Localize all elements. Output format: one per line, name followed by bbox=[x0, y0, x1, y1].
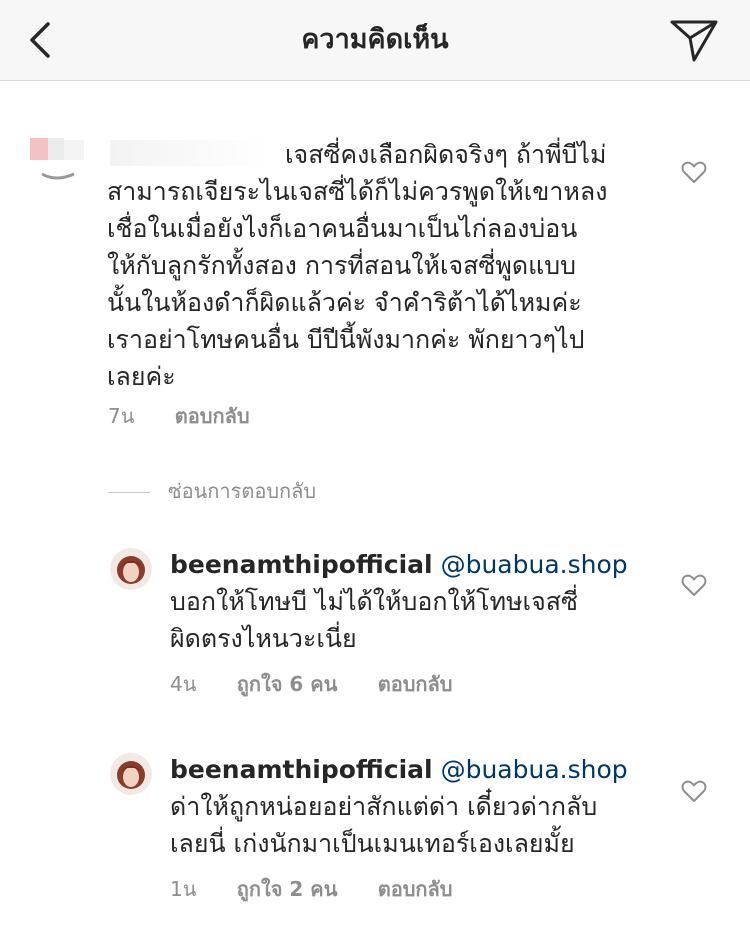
reply-text: beenamthipofficial @buabua.shop บอกให้โท… bbox=[170, 546, 660, 657]
avatar[interactable] bbox=[110, 753, 152, 795]
header-bar: ความคิดเห็น bbox=[0, 0, 750, 81]
reply-time: 1น bbox=[170, 877, 197, 901]
comment-line: เจสซี่คงเลือกผิดจริงๆ ถ้าพี่บีไม่ bbox=[285, 140, 607, 169]
reply-text: beenamthipofficial @buabua.shop ด่าให้ถู… bbox=[170, 751, 660, 862]
likes-count[interactable]: ถูกใจ 6 คน bbox=[237, 672, 338, 696]
reply-time: 4น bbox=[170, 672, 197, 696]
reply-line: บอกให้โทษบี ไม่ได้ให้บอกให้โทษเจสซี่ bbox=[170, 587, 578, 616]
comment-line: เชื่อในเมื่อยังไงก็เอาคนอื่นมาเป็นไก่ลอง… bbox=[107, 214, 578, 243]
comment-time: 7น bbox=[108, 404, 135, 428]
hide-replies-label: ซ่อนการตอบกลับ bbox=[168, 479, 317, 503]
heart-icon bbox=[681, 574, 707, 596]
comment-line: เราอย่าโทษคนอื่น บีปีนี้พังมากค่ะ พักยาว… bbox=[107, 325, 585, 354]
reply-username[interactable]: beenamthipofficial bbox=[170, 755, 433, 784]
reply-button[interactable]: ตอบกลับ bbox=[378, 877, 453, 901]
mention-link[interactable]: @buabua.shop bbox=[441, 550, 628, 579]
paper-plane-icon bbox=[670, 20, 718, 62]
hide-replies-button[interactable]: ซ่อนการตอบกลับ bbox=[108, 476, 316, 506]
like-button[interactable] bbox=[681, 573, 707, 597]
avatar[interactable] bbox=[110, 548, 152, 590]
reply-meta: 1น ถูกใจ 2 คน ตอบกลับ bbox=[170, 875, 487, 903]
comment-text: เจสซี่คงเลือกผิดจริงๆ ถ้าพี่บีไม่ สามารถ… bbox=[107, 136, 667, 395]
mention-link[interactable]: @buabua.shop bbox=[441, 755, 628, 784]
divider-line bbox=[108, 492, 150, 493]
reply-line: เลยนี่ เก่งนักมาเป็นเมนเทอร์เองเลยมั้ย bbox=[170, 829, 575, 858]
reply-username[interactable]: beenamthipofficial bbox=[170, 550, 433, 579]
reply-line: ผิดตรงไหนวะเนี่ย bbox=[170, 624, 357, 653]
like-button[interactable] bbox=[681, 160, 707, 184]
comment-line: นั้นในห้องดำก็ผิดแล้วค่ะ จำคำริต้าได้ไหม… bbox=[107, 288, 582, 317]
likes-count[interactable]: ถูกใจ 2 คน bbox=[237, 877, 338, 901]
heart-icon bbox=[681, 780, 707, 802]
reply-meta: 4น ถูกใจ 6 คน ตอบกลับ bbox=[170, 670, 487, 698]
heart-icon bbox=[681, 161, 707, 183]
comment-line: ให้กับลูกรักทั้งสอง การที่สอนให้เจสซี่พู… bbox=[107, 251, 576, 280]
blurred-avatar[interactable] bbox=[28, 130, 100, 192]
reply-button[interactable]: ตอบกลับ bbox=[378, 672, 453, 696]
comment-line: เลยค่ะ bbox=[107, 362, 176, 391]
like-button[interactable] bbox=[681, 779, 707, 803]
share-button[interactable] bbox=[668, 16, 720, 64]
reply-line: ด่าให้ถูกหน่อยอย่าสักแต่ด่า เดี๋ยวด่ากลั… bbox=[170, 792, 598, 821]
page-title: ความคิดเห็น bbox=[301, 24, 449, 55]
comment-line: สามารถเจียระไนเจสซี่ได้ก็ไม่ควรพูดให้เขา… bbox=[107, 177, 608, 206]
comment-meta: 7น ตอบกลับ bbox=[108, 402, 284, 430]
reply-button[interactable]: ตอบกลับ bbox=[175, 404, 250, 428]
